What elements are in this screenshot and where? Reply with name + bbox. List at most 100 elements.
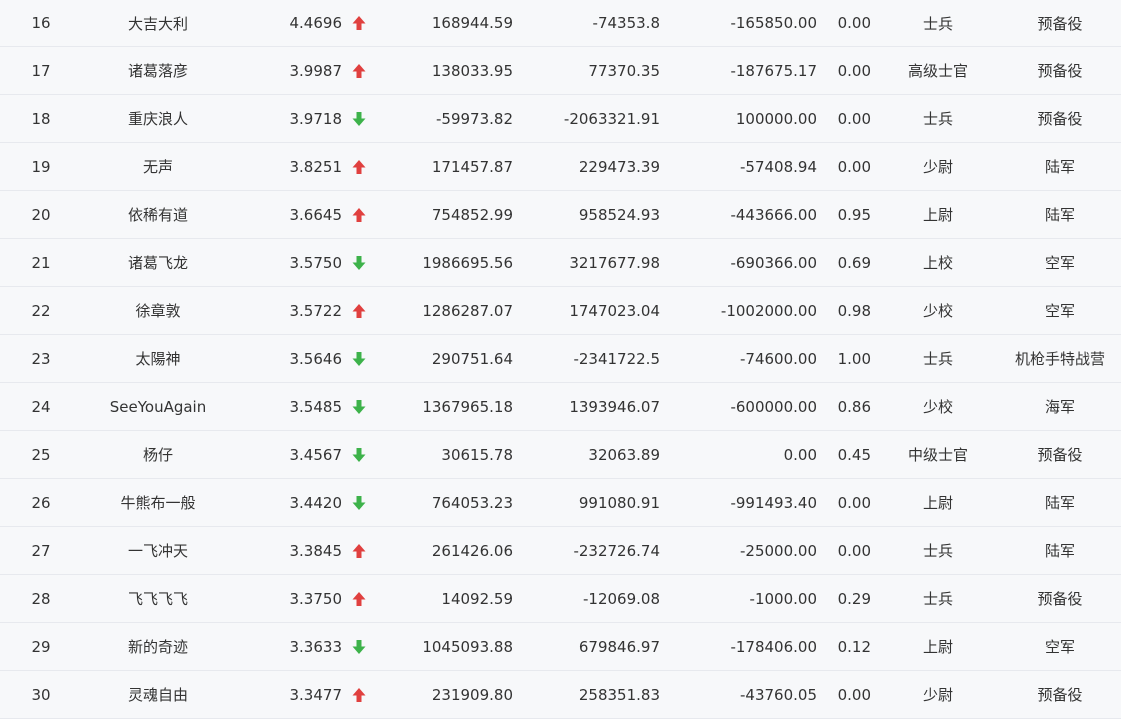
value-1-cell: 261426.06 [431,541,513,560]
rank-cell: 18 [31,109,51,128]
player-name-cell: 依稀有道 [127,206,188,224]
arrow-down-icon [349,383,369,430]
branch-cell: 陆军 [1044,158,1075,176]
value-3-cell: -187675.17 [730,61,817,80]
military-rank-cell: 上尉 [922,638,953,656]
table-row[interactable]: 19 无声 3.8251 171457.87 229473.39 -57408.… [0,143,1121,191]
table-row[interactable]: 16 大吉大利 4.4696 168944.59 -74353.8 -16585… [0,0,1121,47]
table-row[interactable]: 24 SeeYouAgain 3.5485 1367965.18 1393946… [0,383,1121,431]
ratio-cell: 0.45 [837,445,871,464]
value-1-cell: 290751.64 [431,349,513,368]
value-1-cell: 1286287.07 [422,301,513,320]
player-name-cell: SeeYouAgain [109,397,207,416]
rank-cell: 16 [31,14,51,32]
military-rank-cell: 士兵 [922,350,953,368]
value-3-cell: -1000.00 [749,589,817,608]
value-3-cell: 100000.00 [735,109,817,128]
branch-cell: 空军 [1044,302,1075,320]
rank-cell: 20 [31,205,51,224]
score-cell: 3.4420 [289,493,343,512]
value-3-cell: -74600.00 [740,349,817,368]
military-rank-cell: 少校 [922,302,953,320]
value-3-cell: -690366.00 [730,253,817,272]
ratio-cell: 1.00 [837,349,871,368]
value-1-cell: 30615.78 [441,445,513,464]
score-cell: 3.9987 [289,61,343,80]
player-name-cell: 徐章敦 [135,302,181,320]
branch-cell: 空军 [1044,254,1075,272]
player-name-cell: 大吉大利 [127,14,188,33]
score-cell: 3.5646 [289,349,343,368]
value-2-cell: -2063321.91 [563,109,660,128]
arrow-up-icon [349,191,369,238]
value-1-cell: 14092.59 [441,589,513,608]
military-rank-cell: 士兵 [922,14,953,33]
table-row[interactable]: 30 灵魂自由 3.3477 231909.80 258351.83 -4376… [0,671,1121,719]
player-name-cell: 重庆浪人 [127,110,188,128]
table-row[interactable]: 18 重庆浪人 3.9718 -59973.82 -2063321.91 100… [0,95,1121,143]
player-name-cell: 无声 [142,158,173,176]
score-cell: 3.3845 [289,541,343,560]
table-row[interactable]: 20 依稀有道 3.6645 754852.99 958524.93 -4436… [0,191,1121,239]
score-cell: 3.5485 [289,397,343,416]
value-3-cell: -43760.05 [740,685,817,704]
arrow-down-icon [349,431,369,478]
military-rank-cell: 少尉 [922,158,953,176]
arrow-down-icon [349,239,369,286]
rank-cell: 28 [31,589,51,608]
value-1-cell: 231909.80 [431,685,513,704]
player-name-cell: 一飞冲天 [127,542,188,560]
value-2-cell: -12069.08 [583,589,660,608]
arrow-up-icon [349,527,369,574]
rank-cell: 29 [31,637,51,656]
score-cell: 3.3633 [289,637,343,656]
value-2-cell: 32063.89 [588,445,660,464]
ratio-cell: 0.00 [837,157,871,176]
score-cell: 3.6645 [289,205,343,224]
value-3-cell: -57408.94 [740,157,817,176]
military-rank-cell: 少校 [922,398,953,416]
player-name-cell: 诸葛落彦 [127,62,188,80]
table-row[interactable]: 17 诸葛落彦 3.9987 138033.95 77370.35 -18767… [0,47,1121,95]
value-2-cell: 679846.97 [578,637,660,656]
ratio-cell: 0.69 [837,253,871,272]
military-rank-cell: 上尉 [922,494,953,512]
table-row[interactable]: 26 牛熊布一般 3.4420 764053.23 991080.91 -991… [0,479,1121,527]
value-2-cell: -2341722.5 [573,349,660,368]
value-3-cell: -1002000.00 [720,301,817,320]
branch-cell: 海军 [1044,398,1075,416]
table-row[interactable]: 28 飞飞飞飞 3.3750 14092.59 -12069.08 -1000.… [0,575,1121,623]
arrow-up-icon [349,671,369,718]
branch-cell: 预备役 [1037,590,1083,608]
player-name-cell: 太陽神 [135,350,181,368]
table-row[interactable]: 25 杨仔 3.4567 30615.78 32063.89 0.00 0.45… [0,431,1121,479]
value-1-cell: 171457.87 [431,157,513,176]
player-name-cell: 飞飞飞飞 [127,590,188,608]
arrow-down-icon [349,479,369,526]
rank-cell: 23 [31,349,51,368]
ratio-cell: 0.95 [837,205,871,224]
branch-cell: 陆军 [1044,206,1075,224]
value-1-cell: 168944.59 [431,14,513,32]
ratio-cell: 0.00 [837,685,871,704]
value-3-cell: -991493.40 [730,493,817,512]
military-rank-cell: 士兵 [922,542,953,560]
military-rank-cell: 士兵 [922,590,953,608]
score-cell: 3.5750 [289,253,343,272]
rank-cell: 27 [31,541,51,560]
value-3-cell: -178406.00 [730,637,817,656]
value-1-cell: 754852.99 [431,205,513,224]
value-2-cell: -74353.8 [592,14,660,32]
value-2-cell: -232726.74 [573,541,660,560]
score-cell: 3.5722 [289,301,343,320]
table-row[interactable]: 29 新的奇迹 3.3633 1045093.88 679846.97 -178… [0,623,1121,671]
score-cell: 3.4567 [289,445,343,464]
table-row[interactable]: 22 徐章敦 3.5722 1286287.07 1747023.04 -100… [0,287,1121,335]
table-row[interactable]: 21 诸葛飞龙 3.5750 1986695.56 3217677.98 -69… [0,239,1121,287]
table-row[interactable]: 23 太陽神 3.5646 290751.64 -2341722.5 -7460… [0,335,1121,383]
arrow-up-icon [349,287,369,334]
value-2-cell: 1393946.07 [569,397,660,416]
table-row[interactable]: 27 一飞冲天 3.3845 261426.06 -232726.74 -250… [0,527,1121,575]
player-name-cell: 灵魂自由 [127,686,188,704]
branch-cell: 预备役 [1037,446,1083,464]
